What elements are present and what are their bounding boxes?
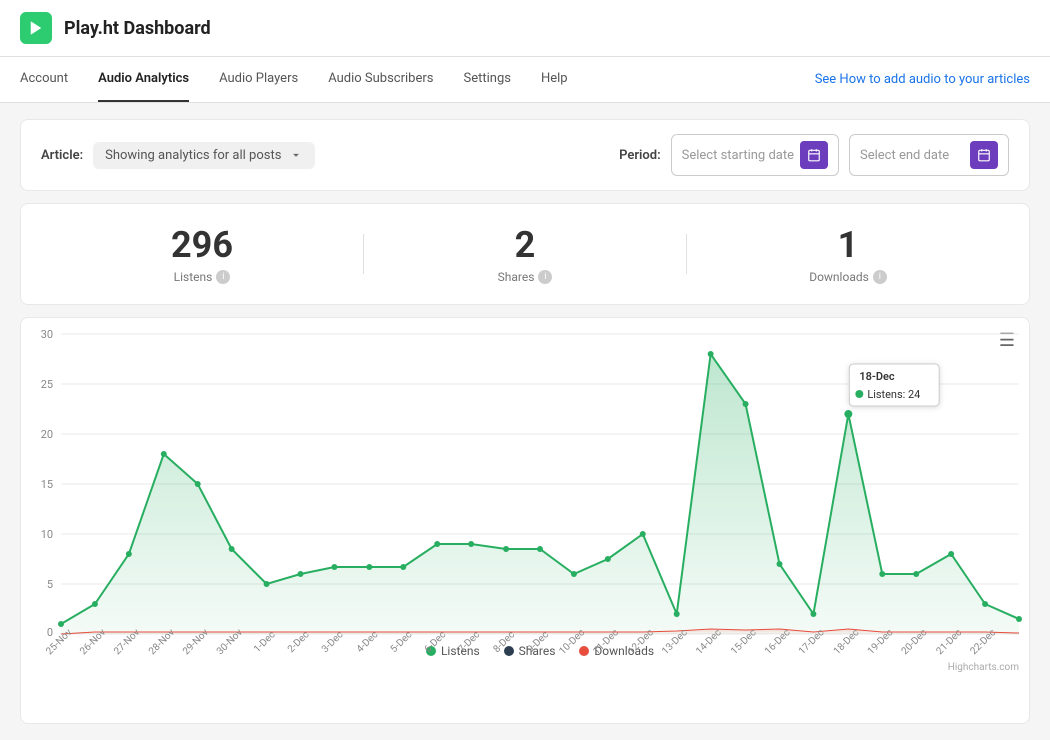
app-logo	[20, 12, 52, 44]
tooltip-listens: Listens: 24	[867, 388, 920, 401]
svg-text:10: 10	[41, 528, 53, 541]
svg-text:25: 25	[41, 378, 53, 391]
start-calendar-icon	[800, 141, 828, 169]
shares-info-icon[interactable]: i	[538, 270, 552, 284]
svg-text:5: 5	[47, 578, 53, 591]
listens-info-icon[interactable]: i	[216, 270, 230, 284]
svg-text:15: 15	[41, 478, 53, 491]
main-content: Article: Showing analytics for all posts…	[0, 103, 1050, 740]
start-date-placeholder: Select starting date	[682, 148, 794, 163]
chart-area: 30 25 20 15 10 5 0 18-Dec Listens: 24 25…	[61, 334, 1019, 634]
add-audio-link[interactable]: See How to add audio to your articles	[815, 72, 1030, 87]
end-date-placeholder: Select end date	[860, 148, 964, 163]
calendar-icon-end	[977, 148, 991, 162]
article-value: Showing analytics for all posts	[105, 148, 281, 163]
line-chart: 30 25 20 15 10 5 0 18-Dec Listens: 24 25…	[61, 334, 1019, 634]
listens-value: 296	[41, 224, 363, 266]
svg-text:20: 20	[41, 428, 53, 441]
app-title: Play.ht Dashboard	[64, 18, 211, 39]
svg-text:30: 30	[41, 328, 53, 341]
stat-downloads: 1 Downloads i	[687, 224, 1009, 284]
article-dropdown[interactable]: Showing analytics for all posts	[93, 142, 315, 169]
downloads-label: Downloads i	[687, 270, 1009, 284]
nav-settings[interactable]: Settings	[463, 57, 510, 102]
stat-listens: 296 Listens i	[41, 224, 363, 284]
downloads-legend-dot	[579, 646, 589, 656]
tooltip-date: 18-Dec	[859, 370, 895, 383]
app-header: Play.ht Dashboard	[0, 0, 1050, 57]
nav-audio-players[interactable]: Audio Players	[219, 57, 298, 102]
nav-help[interactable]: Help	[541, 57, 568, 102]
nav-audio-analytics[interactable]: Audio Analytics	[98, 57, 189, 102]
nav-account[interactable]: Account	[20, 57, 68, 102]
chart-container: ☰	[20, 317, 1030, 724]
chart-credit: Highcharts.com	[61, 662, 1019, 673]
listens-label: Listens i	[41, 270, 363, 284]
shares-value: 2	[364, 224, 686, 266]
calendar-icon	[807, 148, 821, 162]
svg-text:0: 0	[47, 626, 53, 639]
period-label: Period:	[619, 148, 661, 163]
downloads-info-icon[interactable]: i	[873, 270, 887, 284]
end-calendar-icon	[970, 141, 998, 169]
nav-audio-subscribers[interactable]: Audio Subscribers	[328, 57, 433, 102]
start-date-input[interactable]: Select starting date	[671, 134, 839, 176]
end-date-input[interactable]: Select end date	[849, 134, 1009, 176]
stat-shares: 2 Shares i	[364, 224, 686, 284]
chevron-down-icon	[289, 148, 303, 162]
main-nav: Account Audio Analytics Audio Players Au…	[0, 57, 1050, 103]
period-filter: Period: Select starting date Select end …	[619, 134, 1009, 176]
article-label: Article:	[41, 148, 83, 163]
shares-label: Shares i	[364, 270, 686, 284]
downloads-value: 1	[687, 224, 1009, 266]
stats-bar: 296 Listens i 2 Shares i 1 Downloads i	[20, 203, 1030, 305]
filter-bar: Article: Showing analytics for all posts…	[20, 119, 1030, 191]
play-icon	[27, 19, 45, 37]
article-filter: Article: Showing analytics for all posts	[41, 142, 315, 169]
